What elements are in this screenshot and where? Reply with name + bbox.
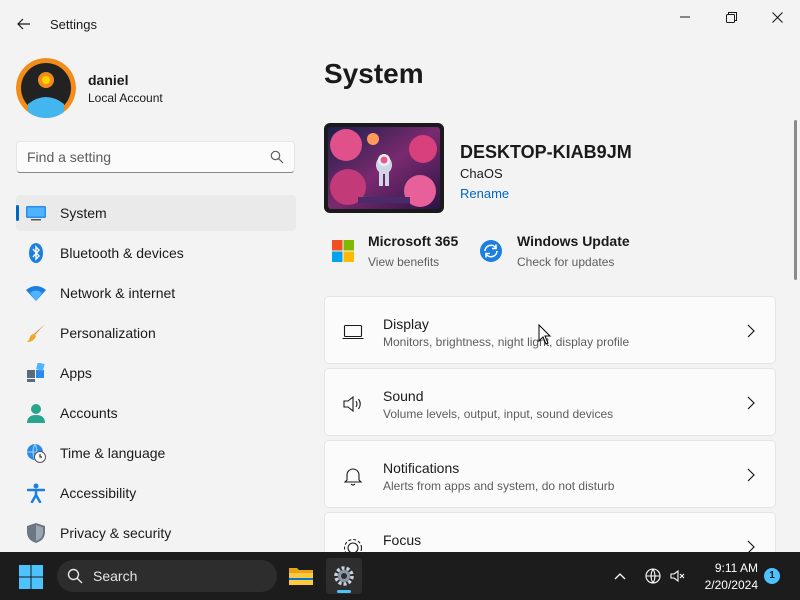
system-icon [25, 202, 47, 224]
rename-link[interactable]: Rename [460, 186, 509, 201]
account-type: Local Account [88, 91, 163, 105]
user-avatar-icon [16, 58, 76, 118]
close-button[interactable] [754, 4, 800, 30]
profile-name: daniel [88, 72, 129, 88]
sidebar-item-label: System [60, 205, 107, 221]
quick-link-subtitle: View benefits [368, 255, 440, 269]
network-tray-button[interactable] [643, 566, 663, 586]
app-title: Settings [50, 17, 97, 32]
title-bar: Settings [0, 0, 800, 48]
close-icon [771, 11, 783, 23]
wallpaper-image [328, 127, 440, 209]
speaker-icon [343, 395, 361, 413]
card-subtitle: Alerts from apps and system, do not dist… [383, 479, 615, 493]
page-title: System [324, 58, 424, 89]
globe-clock-icon [25, 442, 47, 464]
sidebar-item-accessibility[interactable]: Accessibility [16, 475, 296, 511]
chevron-right-icon [747, 324, 755, 338]
maximize-button[interactable] [708, 4, 754, 30]
card-title: Sound [383, 388, 424, 404]
display-icon [342, 324, 364, 340]
sidebar-item-apps[interactable]: Apps [16, 355, 296, 391]
card-title: Notifications [383, 460, 460, 476]
bluetooth-icon [25, 242, 47, 264]
sidebar-item-personalization[interactable]: Personalization [16, 315, 296, 351]
taskbar-clock-time[interactable]: 9:11 AM [700, 561, 758, 575]
apps-icon [25, 362, 47, 384]
card-subtitle: Volume levels, output, input, sound devi… [383, 407, 614, 421]
taskbar: Search 9:11 AM 2/20/2024 1 [0, 552, 800, 600]
sidebar-item-label: Accounts [60, 405, 118, 421]
restore-icon [725, 11, 737, 23]
sidebar-item-label: Apps [60, 365, 92, 381]
show-hidden-icons-button[interactable] [610, 566, 630, 586]
sidebar-nav: System Bluetooth & devices Network & int… [16, 195, 296, 555]
taskbar-file-explorer[interactable] [283, 558, 319, 594]
sidebar-item-system[interactable]: System [16, 195, 296, 231]
sidebar-item-privacy-security[interactable]: Privacy & security [16, 515, 296, 551]
quick-link-title: Windows Update [517, 233, 630, 249]
wifi-icon [25, 282, 47, 304]
device-wallpaper-thumbnail[interactable] [324, 123, 444, 213]
accounts-icon [25, 402, 47, 424]
search-icon[interactable] [270, 150, 284, 164]
quick-link-windows-update[interactable]: Windows Update Check for updates [479, 233, 630, 273]
quick-link-subtitle: Check for updates [517, 255, 615, 269]
windows-start-icon[interactable] [18, 564, 44, 590]
sidebar-item-label: Accessibility [60, 485, 137, 501]
bell-icon [343, 468, 363, 486]
taskbar-settings[interactable] [326, 558, 362, 594]
chevron-right-icon [747, 468, 755, 482]
sidebar-item-label: Privacy & security [60, 525, 172, 541]
globe-icon [645, 568, 661, 584]
folder-icon [289, 568, 313, 585]
active-indicator [16, 205, 19, 221]
gear-icon [334, 566, 354, 586]
quick-link-title: Microsoft 365 [368, 233, 459, 249]
back-arrow-icon [17, 18, 30, 30]
settings-search [16, 141, 295, 173]
running-indicator [337, 590, 351, 593]
minimize-button[interactable] [662, 4, 708, 30]
settings-card-sound[interactable]: Sound Volume levels, output, input, soun… [324, 368, 776, 436]
quick-link-microsoft365[interactable]: Microsoft 365 View benefits [331, 233, 458, 273]
taskbar-clock-date[interactable]: 2/20/2024 [700, 578, 758, 592]
back-button[interactable] [10, 12, 38, 36]
brush-icon [25, 322, 47, 344]
sidebar-item-label: Network & internet [60, 285, 176, 301]
card-subtitle: Monitors, brightness, night light, displ… [383, 335, 630, 349]
sidebar-item-label: Bluetooth & devices [60, 245, 184, 261]
search-input[interactable] [17, 142, 257, 172]
sidebar-item-time-language[interactable]: Time & language [16, 435, 296, 471]
sidebar-item-bluetooth[interactable]: Bluetooth & devices [16, 235, 296, 271]
taskbar-search-label: Search [93, 568, 138, 584]
mouse-cursor-icon [538, 324, 552, 345]
notification-badge[interactable]: 1 [764, 568, 780, 584]
volume-muted-icon [670, 569, 685, 583]
device-name: DESKTOP-KIAB9JM [460, 142, 632, 162]
minimize-icon [680, 16, 690, 18]
sidebar-item-network[interactable]: Network & internet [16, 275, 296, 311]
volume-tray-button[interactable] [668, 566, 688, 586]
card-title: Display [383, 316, 429, 332]
settings-card-notifications[interactable]: Notifications Alerts from apps and syste… [324, 440, 776, 508]
chevron-up-icon [614, 573, 626, 580]
sidebar-item-accounts[interactable]: Accounts [16, 395, 296, 431]
shield-icon [25, 522, 47, 544]
accessibility-icon [25, 482, 47, 504]
card-title: Focus [383, 532, 422, 548]
windows-update-icon [480, 240, 502, 262]
device-os: ChaOS [460, 166, 503, 181]
microsoft365-icon [332, 240, 354, 262]
avatar[interactable] [16, 58, 76, 118]
chevron-right-icon [747, 396, 755, 410]
sidebar-item-label: Time & language [60, 445, 166, 461]
search-icon [67, 568, 83, 584]
sidebar-item-label: Personalization [60, 325, 156, 341]
taskbar-search[interactable]: Search [57, 560, 277, 592]
scrollbar[interactable] [794, 120, 797, 280]
